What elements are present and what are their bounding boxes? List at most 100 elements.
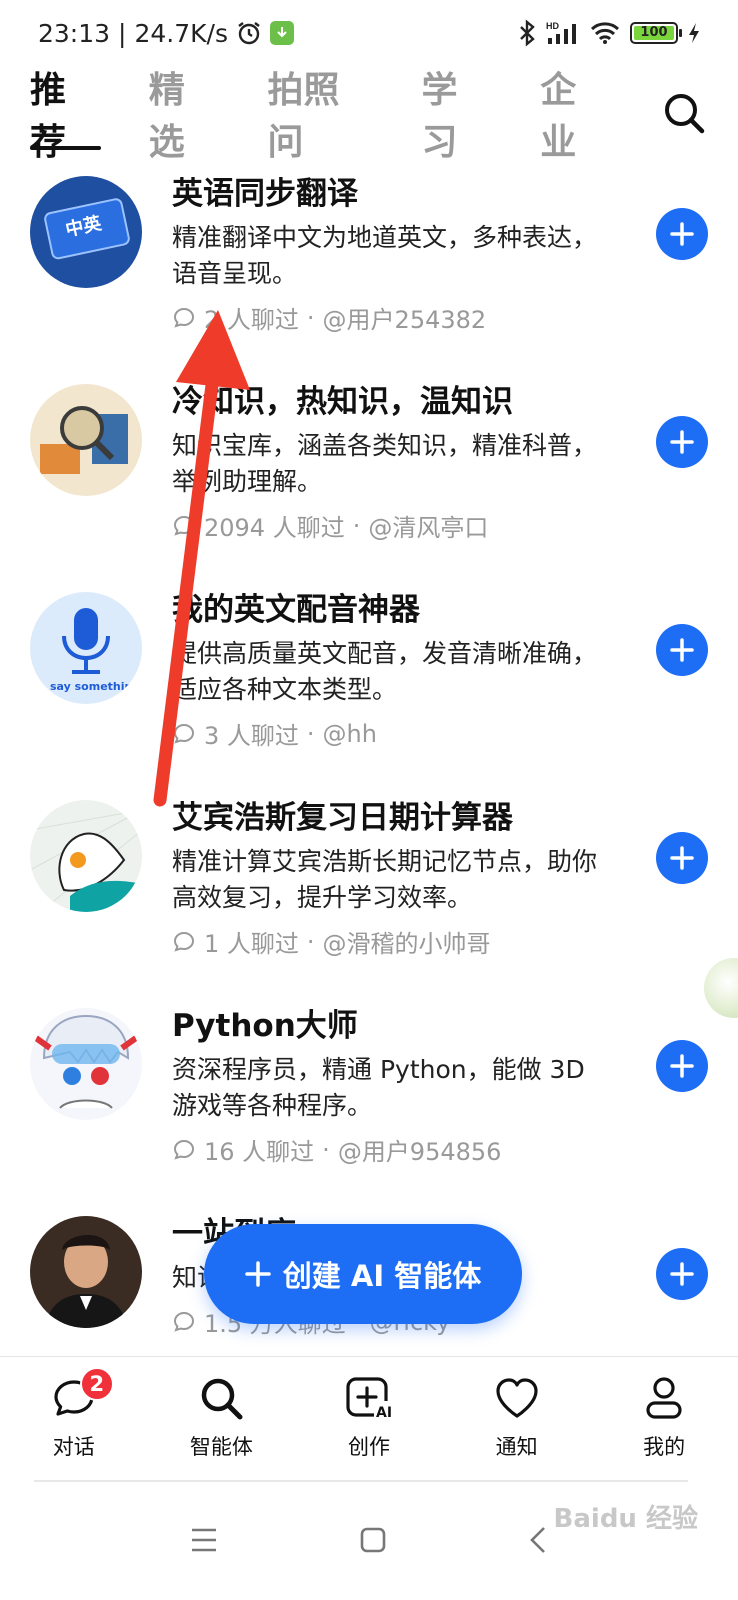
- chat-count: 1 人聊过: [204, 930, 299, 958]
- back-icon[interactable]: [528, 1525, 548, 1559]
- agent-author[interactable]: @hh: [323, 720, 377, 748]
- knowledge-avatar: [30, 384, 142, 496]
- add-agent-button[interactable]: [656, 624, 708, 676]
- nav-label: 创作: [347, 1435, 390, 1459]
- chat-count: 2094 人聊过: [204, 514, 345, 542]
- agent-description: 精准计算艾宾浩斯长期记忆节点，助你高效复习，提升学习效率。: [172, 847, 598, 912]
- nav-agents[interactable]: 智能体: [148, 1357, 296, 1482]
- translate-avatar: 中英: [30, 176, 142, 288]
- chat-count: 16 人聊过: [204, 1138, 315, 1166]
- unread-badge: 2: [79, 1367, 114, 1401]
- chat-bubble-icon: [173, 723, 195, 744]
- add-agent-button[interactable]: [656, 832, 708, 884]
- status-time: 23:13: [38, 18, 111, 48]
- list-item[interactable]: 冷知识，热知识，温知识 知识宝库，涵盖各类知识，精准科普，举例助理解。 2094…: [0, 368, 738, 576]
- plus-icon: [670, 638, 694, 662]
- category-tabs: 推荐 精选 拍照问 学习 企业: [30, 70, 710, 163]
- avatar-caption: say something: [50, 680, 140, 693]
- agent-title: 英语同步翻译: [172, 176, 358, 212]
- agent-list: 中英 英语同步翻译 精准翻译中文为地道英文，多种表达，语音呈现。 2 人聊过 ·…: [0, 160, 738, 1350]
- add-agent-button[interactable]: [656, 208, 708, 260]
- search-button[interactable]: [659, 87, 710, 139]
- status-bar: 23:13 | 24.7K/s HD 100: [0, 0, 738, 66]
- download-icon: [270, 21, 294, 45]
- signal-icon: HD: [546, 20, 580, 46]
- add-agent-button[interactable]: [656, 416, 708, 468]
- agent-title: 冷知识，热知识，温知识: [172, 384, 513, 420]
- home-icon[interactable]: [359, 1526, 387, 1558]
- svg-text:AI: AI: [376, 1405, 392, 1421]
- agent-meta: 2 人聊过 · @用户254382: [172, 300, 612, 335]
- nav-label: 智能体: [189, 1435, 253, 1459]
- plus-icon: [245, 1261, 271, 1287]
- list-item[interactable]: 中英 英语同步翻译 精准翻译中文为地道英文，多种表达，语音呈现。 2 人聊过 ·…: [0, 160, 738, 368]
- nav-label: 对话: [52, 1435, 95, 1459]
- chat-bubble-icon: [173, 307, 195, 328]
- agent-meta: 3 人聊过 · @hh: [172, 716, 612, 751]
- nav-profile[interactable]: 我的: [590, 1357, 738, 1482]
- agent-description: 资深程序员，精通 Python，能做 3D 游戏等各种程序。: [172, 1055, 585, 1120]
- agent-title: 艾宾浩斯复习日期计算器: [172, 800, 513, 836]
- list-item[interactable]: Python大师 资深程序员，精通 Python，能做 3D 游戏等各种程序。 …: [0, 992, 738, 1200]
- add-agent-button[interactable]: [656, 1248, 708, 1300]
- add-agent-button[interactable]: [656, 1040, 708, 1092]
- tab-study[interactable]: 学习: [422, 70, 493, 163]
- chat-bubble-icon: [173, 1139, 195, 1160]
- heart-icon: [489, 1373, 545, 1423]
- nav-label: 我的: [643, 1435, 686, 1459]
- bottom-navigation: 2 对话 智能体 AI 创作 通知 我的: [0, 1356, 738, 1482]
- profile-icon: [636, 1373, 692, 1423]
- chat-bubble-icon: [173, 515, 195, 536]
- chat-count: 3 人聊过: [204, 722, 299, 750]
- search-icon: [193, 1373, 249, 1423]
- chat-count: 2 人聊过: [204, 306, 299, 334]
- agent-meta: 2094 人聊过 · @清风亭口: [172, 508, 612, 543]
- search-icon: [665, 94, 705, 134]
- plus-icon: [670, 222, 694, 246]
- create-ai-icon: AI: [341, 1373, 397, 1423]
- watermark: Baidu 经验: [553, 1504, 698, 1534]
- plus-icon: [670, 1262, 694, 1286]
- list-item[interactable]: say something 我的英文配音神器 提供高质量英文配音，发音清晰准确，…: [0, 576, 738, 784]
- bluetooth-icon: [518, 19, 536, 47]
- plus-icon: [670, 430, 694, 454]
- abstract-avatar: [30, 800, 142, 912]
- charging-icon: [688, 22, 700, 44]
- agent-title: Python大师: [172, 1008, 358, 1044]
- list-item[interactable]: 艾宾浩斯复习日期计算器 精准计算艾宾浩斯长期记忆节点，助你高效复习，提升学习效率…: [0, 784, 738, 992]
- microphone-avatar: say something: [30, 592, 142, 704]
- agent-author[interactable]: @滑稽的小帅哥: [323, 924, 491, 959]
- tab-recommended[interactable]: 推荐: [30, 70, 101, 163]
- agent-author[interactable]: @用户254382: [323, 300, 487, 335]
- agent-title: 我的英文配音神器: [172, 592, 420, 628]
- create-agent-button[interactable]: 创建 AI 智能体: [204, 1224, 522, 1324]
- chat-icon: 2: [46, 1367, 114, 1423]
- nav-notifications[interactable]: 通知: [443, 1357, 591, 1482]
- agent-author[interactable]: @用户954856: [338, 1132, 502, 1167]
- wifi-icon: [590, 21, 620, 45]
- chat-bubble-icon: [173, 931, 195, 952]
- alarm-icon: [236, 20, 262, 46]
- agent-description: 提供高质量英文配音，发音清晰准确，适应各种文本类型。: [172, 639, 598, 704]
- tab-photo-ask[interactable]: 拍照问: [267, 70, 373, 163]
- agent-meta: 1 人聊过 · @滑稽的小帅哥: [172, 924, 612, 959]
- tab-featured[interactable]: 精选: [149, 70, 220, 163]
- plus-icon: [670, 846, 694, 870]
- create-agent-label: 创建 AI 智能体: [282, 1259, 482, 1293]
- nav-create[interactable]: AI 创作: [295, 1357, 443, 1482]
- nav-chat[interactable]: 2 对话: [0, 1357, 148, 1482]
- agent-author[interactable]: @清风亭口: [368, 508, 488, 543]
- plus-icon: [670, 1054, 694, 1078]
- divider: [34, 1480, 688, 1482]
- svg-text:HD: HD: [546, 21, 559, 31]
- nav-label: 通知: [495, 1435, 538, 1459]
- chat-bubble-icon: [173, 1311, 195, 1332]
- agent-description: 知识宝库，涵盖各类知识，精准科普，举例助理解。: [172, 431, 598, 496]
- battery-icon: 100: [630, 22, 682, 44]
- tab-enterprise[interactable]: 企业: [540, 70, 611, 163]
- agent-description: 精准翻译中文为地道英文，多种表达，语音呈现。: [172, 223, 598, 288]
- net-speed: 24.7K/s: [134, 18, 228, 48]
- anime-boy-avatar: [30, 1008, 142, 1120]
- menu-icon[interactable]: [190, 1527, 218, 1557]
- man-portrait-avatar: [30, 1216, 142, 1328]
